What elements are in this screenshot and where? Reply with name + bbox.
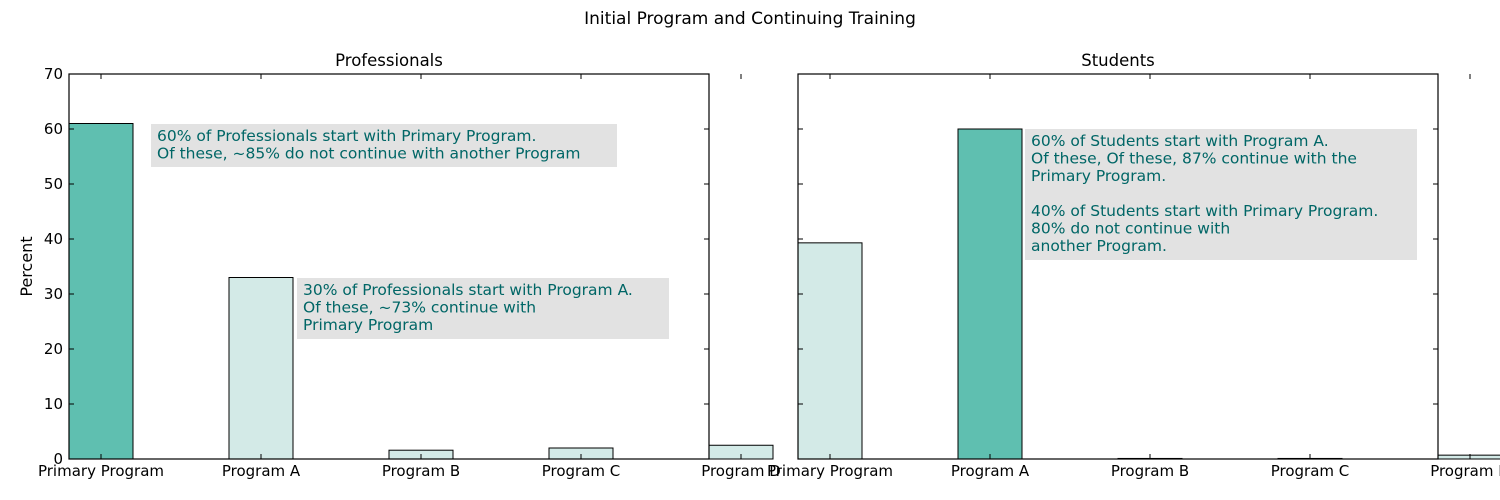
bar-1-4: [1437, 454, 1500, 460]
annotation-line: Primary Program: [303, 316, 433, 334]
ytick-label: 70: [44, 65, 63, 83]
y-axis-label: Percent: [17, 236, 36, 296]
xtick-label: Program C: [1271, 462, 1350, 480]
bar-0-0: [68, 123, 134, 460]
annotation-line: Of these, ~73% continue with: [303, 299, 536, 317]
annotation-line: 80% do not continue with: [1031, 220, 1230, 238]
ytick-label: 10: [44, 395, 63, 413]
xtick-label: Program D: [1430, 462, 1500, 480]
annotation-line: 40% of Students start with Primary Progr…: [1031, 202, 1378, 220]
bar-1-0: [797, 242, 863, 460]
xtick-label: Program A: [222, 462, 301, 480]
figure: Initial Program and Continuing Training …: [17, 9, 1500, 480]
panel-title: Students: [1081, 51, 1155, 70]
panel-0: 010203040506070Primary Program Program AP…: [17, 51, 781, 480]
bar-1-1: [957, 128, 1023, 460]
xtick-label: Primary Program: [38, 462, 164, 480]
annotation-0-0: 60% of Professionals start with Primary …: [151, 124, 617, 167]
panel-1: Primary Program Program A Program B Program…: [767, 51, 1500, 480]
annotation-line: another Program.: [1031, 237, 1167, 255]
annotation-line: Primary Program.: [1031, 167, 1166, 185]
xtick-label: Program B: [382, 462, 460, 480]
annotation-line: 30% of Professionals start with Program …: [303, 281, 633, 299]
bar-0-1: [228, 277, 294, 460]
xtick-label: Program B: [1111, 462, 1189, 480]
panel-title: Professionals: [335, 51, 443, 70]
ytick-label: 40: [44, 230, 63, 248]
figure-title: Initial Program and Continuing Training: [584, 9, 916, 29]
ytick-label: 50: [44, 175, 63, 193]
annotation-line: Of these, ~85% do not continue with anot…: [157, 145, 581, 163]
annotation-line: 60% of Professionals start with Primary …: [157, 127, 536, 145]
annotation-1-0: 60% of Students start with Program A.Of …: [1025, 129, 1417, 260]
xtick-label: Program C: [542, 462, 621, 480]
xtick-label: Program A: [951, 462, 1030, 480]
annotation-line: 60% of Students start with Program A.: [1031, 132, 1329, 150]
ytick-label: 60: [44, 120, 63, 138]
annotation-0-1: 30% of Professionals start with Program …: [297, 278, 669, 339]
ytick-label: 20: [44, 340, 63, 358]
xtick-label: Primary Program: [767, 462, 893, 480]
annotation-line: Of these, Of these, 87% continue with th…: [1031, 150, 1357, 168]
ytick-label: 30: [44, 285, 63, 303]
